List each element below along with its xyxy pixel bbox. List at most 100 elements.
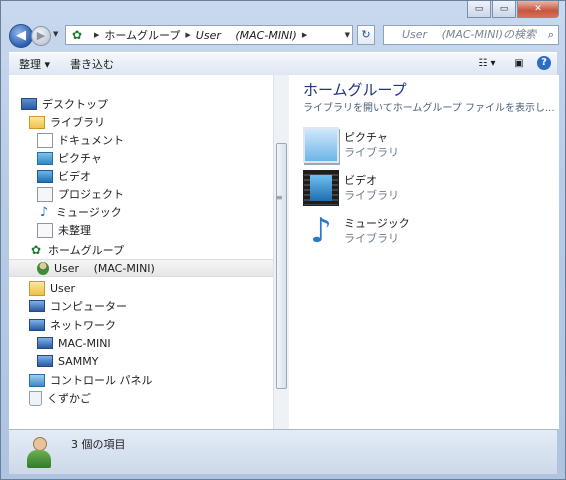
tree-item-pictures[interactable]: ピクチャ bbox=[9, 149, 273, 167]
tree-item-label: プロジェクト bbox=[58, 188, 124, 201]
close-button[interactable]: ✕ bbox=[517, 1, 559, 18]
refresh-button[interactable]: ↻ bbox=[357, 25, 375, 45]
library-item-name: ミュージック bbox=[344, 217, 410, 230]
tree-item-label: ピクチャ bbox=[58, 152, 102, 165]
address-dropdown[interactable]: ▼ bbox=[345, 31, 350, 39]
videos-icon bbox=[37, 169, 53, 183]
tree-item-libraries[interactable]: ライブラリ bbox=[9, 113, 273, 131]
documents-icon bbox=[37, 132, 53, 148]
tree-item-user-mac-mini[interactable]: User (MAC-MINI) bbox=[9, 259, 273, 277]
library-item-type: ライブラリ bbox=[344, 146, 399, 159]
content-pane: ホームグループ ライブラリを開いてホームグループ ファイルを表示し... ピクチ… bbox=[289, 75, 559, 429]
search-icon[interactable]: ⌕ bbox=[548, 26, 554, 44]
homegroup-icon: ✿ bbox=[30, 242, 42, 257]
tree-item-unsorted[interactable]: 未整理 bbox=[9, 221, 273, 239]
tree-item-label: ビデオ bbox=[58, 170, 91, 183]
search-input[interactable]: User (MAC-MINI)の検索 ⌕ bbox=[383, 25, 559, 45]
videos-library-icon bbox=[303, 170, 339, 206]
tree-item-projects[interactable]: プロジェクト bbox=[9, 185, 273, 203]
tree-item-label: ミュージック bbox=[56, 206, 122, 219]
view-options-icon[interactable]: ☷ ▾ bbox=[473, 55, 501, 71]
user-folder-icon bbox=[29, 280, 45, 296]
tree-item-network[interactable]: ネットワーク bbox=[9, 316, 273, 334]
caption-buttons: ▭ ▭ ✕ bbox=[467, 1, 559, 18]
tree-item-label: ネットワーク bbox=[50, 319, 116, 332]
unsorted-icon bbox=[37, 222, 53, 238]
tree-item-label: ドキュメント bbox=[58, 134, 124, 147]
tree-item-label: コンピューター bbox=[50, 300, 127, 313]
back-button[interactable]: ◀ bbox=[9, 24, 33, 48]
tree-item-music[interactable]: ♪ ミュージック bbox=[9, 203, 273, 221]
computer-icon bbox=[29, 300, 45, 312]
recent-pages-dropdown[interactable]: ▼ bbox=[53, 30, 58, 38]
tree-item-sammy[interactable]: SAMMY bbox=[9, 352, 273, 370]
tree-item-videos[interactable]: ビデオ bbox=[9, 167, 273, 185]
page-description: ライブラリを開いてホームグループ ファイルを表示し... bbox=[303, 103, 555, 114]
tree-item-label: 未整理 bbox=[58, 224, 91, 237]
maximize-button[interactable]: ▭ bbox=[492, 1, 516, 18]
recycle-bin-icon bbox=[29, 390, 42, 406]
scrollbar-thumb[interactable] bbox=[276, 143, 287, 389]
tree-item-label: MAC-MINI bbox=[58, 336, 111, 350]
explorer-window: ▭ ▭ ✕ ◀ ▶ ▼ ✿ ▶ ホームグループ ▶ User (MAC-MINI… bbox=[0, 0, 566, 480]
music-library-icon: ♪ bbox=[310, 211, 332, 251]
tree-item-label: ライブラリ bbox=[50, 116, 105, 129]
homegroup-icon: ✿ bbox=[71, 27, 83, 42]
library-item-name: ビデオ bbox=[344, 174, 377, 187]
tree-item-user[interactable]: User bbox=[9, 279, 273, 297]
library-item-type: ライブラリ bbox=[344, 232, 399, 245]
tree-item-label: SAMMY bbox=[58, 354, 99, 368]
control-panel-icon bbox=[29, 373, 45, 387]
tree-item-desktop[interactable]: デスクトップ bbox=[9, 95, 273, 113]
tree-item-label: くずかご bbox=[47, 392, 91, 405]
breadcrumb-separator[interactable]: ▶ bbox=[302, 31, 307, 39]
tree-item-label: コントロール パネル bbox=[50, 374, 153, 387]
burn-button[interactable]: 書き込む bbox=[60, 56, 124, 72]
network-pc-icon bbox=[37, 355, 53, 367]
navigation-scrollbar[interactable]: ≡ bbox=[273, 75, 289, 429]
breadcrumb-homegroup[interactable]: ホームグループ bbox=[104, 27, 180, 43]
breadcrumb-separator[interactable]: ▶ bbox=[185, 31, 190, 39]
tree-item-control-panel[interactable]: コントロール パネル bbox=[9, 371, 273, 389]
command-bar-right: ☷ ▾ ▣ ? bbox=[473, 55, 551, 71]
navigation-pane: デスクトップ ライブラリ ドキュメント ピクチャ ビデオ プロジェクト ♪ ミュー… bbox=[9, 75, 273, 429]
user-avatar-icon bbox=[25, 436, 53, 470]
tree-item-label: デスクトップ bbox=[42, 98, 108, 111]
network-icon bbox=[29, 319, 45, 331]
command-bar: 整理 ▾ 書き込む ☷ ▾ ▣ ? bbox=[9, 52, 557, 76]
forward-button[interactable]: ▶ bbox=[31, 26, 51, 46]
pictures-library-icon bbox=[303, 127, 339, 163]
navigation-bar: ◀ ▶ ▼ ✿ ▶ ホームグループ ▶ User (MAC-MINI) ▶ ▼ … bbox=[9, 24, 559, 50]
tree-item-label: ホームグループ bbox=[48, 244, 125, 257]
tree-item-computer[interactable]: コンピューター bbox=[9, 297, 273, 315]
preview-pane-icon[interactable]: ▣ bbox=[511, 55, 527, 71]
details-pane: 3 個の項目 bbox=[9, 429, 557, 474]
page-title: ホームグループ bbox=[303, 81, 407, 99]
minimize-button[interactable]: ▭ bbox=[467, 1, 491, 18]
breadcrumb-user[interactable]: User (MAC-MINI) bbox=[196, 27, 297, 43]
address-bar[interactable]: ✿ ▶ ホームグループ ▶ User (MAC-MINI) ▶ ▼ bbox=[65, 25, 353, 45]
library-item-music[interactable]: ♪ ミュージック ライブラリ bbox=[303, 213, 543, 253]
pictures-icon bbox=[37, 151, 53, 165]
tree-item-recycle-bin[interactable]: くずかご bbox=[9, 389, 273, 407]
help-icon[interactable]: ? bbox=[537, 56, 551, 70]
tree-item-homegroup[interactable]: ✿ ホームグループ bbox=[9, 241, 273, 259]
projects-icon bbox=[37, 186, 53, 202]
library-icon bbox=[29, 115, 45, 129]
library-item-pictures[interactable]: ピクチャ ライブラリ bbox=[303, 127, 543, 167]
tree-item-documents[interactable]: ドキュメント bbox=[9, 131, 273, 149]
network-pc-icon bbox=[37, 337, 53, 349]
tree-item-mac-mini[interactable]: MAC-MINI bbox=[9, 334, 273, 352]
tree-item-label: User (MAC-MINI) bbox=[54, 262, 155, 275]
music-icon: ♪ bbox=[39, 204, 49, 220]
scrollbar-grip-icon: ≡ bbox=[276, 193, 283, 202]
breadcrumb-separator[interactable]: ▶ bbox=[94, 31, 99, 39]
tree-item-label: User bbox=[50, 281, 76, 295]
library-item-type: ライブラリ bbox=[344, 189, 399, 202]
library-item-videos[interactable]: ビデオ ライブラリ bbox=[303, 170, 543, 210]
item-count: 3 個の項目 bbox=[71, 438, 126, 451]
user-icon bbox=[37, 261, 49, 275]
desktop-icon bbox=[21, 98, 37, 110]
organize-button[interactable]: 整理 ▾ bbox=[9, 56, 60, 72]
search-placeholder: User (MAC-MINI)の検索 bbox=[402, 28, 537, 41]
